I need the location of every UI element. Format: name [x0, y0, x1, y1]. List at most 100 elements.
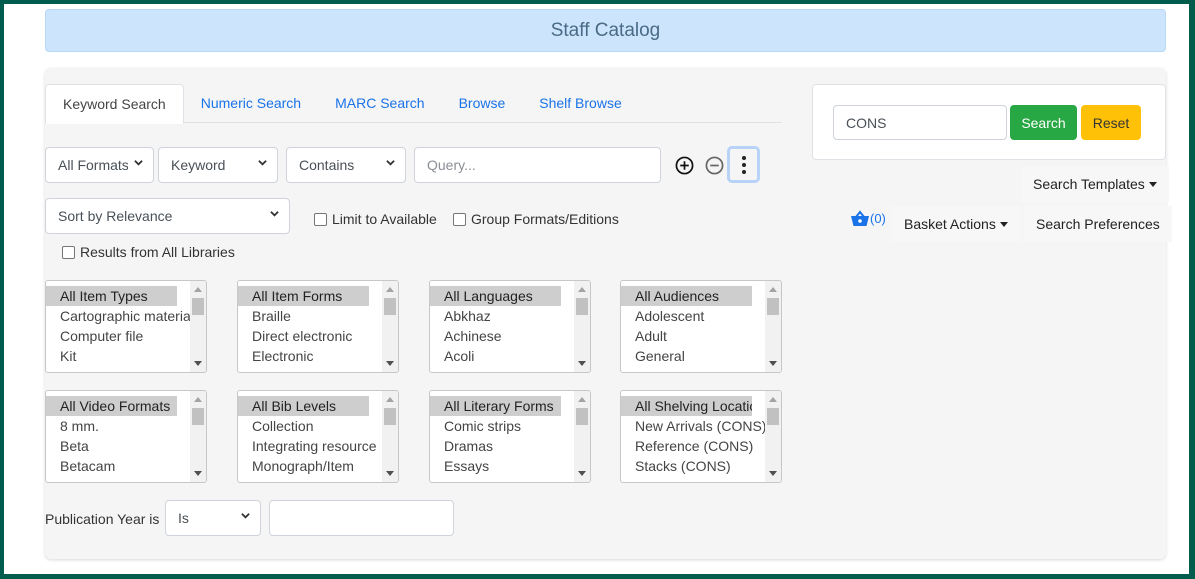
listbox-option[interactable]: All Audiences [621, 286, 752, 306]
listbox-option[interactable]: General [621, 346, 765, 366]
listbox-option[interactable]: All Video Formats [46, 396, 177, 416]
scrollbar[interactable] [190, 281, 206, 372]
limit-available-checkbox[interactable]: Limit to Available [314, 211, 437, 227]
listbox-option[interactable]: Adolescent [621, 306, 765, 326]
filter-literary-forms-listbox[interactable]: All Literary Forms Comic strips Dramas Essa… [429, 390, 591, 483]
tab-browse[interactable]: Browse [442, 84, 523, 123]
scroll-down-arrow-icon[interactable] [769, 471, 777, 476]
scroll-down-arrow-icon[interactable] [194, 471, 202, 476]
group-formats-checkbox[interactable]: Group Formats/Editions [453, 211, 619, 227]
listbox-option[interactable]: Computer file [46, 326, 190, 346]
scroll-up-arrow-icon[interactable] [578, 287, 586, 292]
filter-bib-levels-listbox[interactable]: All Bib Levels Collection Integrating reso… [237, 390, 399, 483]
scrollbar-thumb[interactable] [384, 408, 396, 425]
library-input[interactable]: CONS [833, 105, 1007, 140]
listbox-option[interactable]: Comic strips [430, 416, 574, 436]
search-templates-menu[interactable]: Search Templates [1021, 166, 1169, 202]
scrollbar-thumb[interactable] [576, 408, 588, 425]
tab-shelf-browse[interactable]: Shelf Browse [522, 84, 638, 123]
listbox-option[interactable]: Essays [430, 456, 574, 476]
scroll-up-arrow-icon[interactable] [194, 397, 202, 402]
scrollbar-thumb[interactable] [767, 298, 779, 315]
scroll-up-arrow-icon[interactable] [769, 287, 777, 292]
scrollbar-thumb[interactable] [192, 408, 204, 425]
listbox-option[interactable]: All Bib Levels [238, 396, 369, 416]
scrollbar[interactable] [574, 391, 590, 482]
scrollbar[interactable] [765, 391, 781, 482]
listbox-option[interactable]: Dramas [430, 436, 574, 456]
pub-year-operator-select[interactable]: Is [165, 500, 261, 536]
tab-marc-search[interactable]: MARC Search [318, 84, 441, 123]
listbox-option[interactable]: All Item Forms [238, 286, 369, 306]
scrollbar-thumb[interactable] [767, 408, 779, 425]
scroll-up-arrow-icon[interactable] [769, 397, 777, 402]
checkbox-box[interactable] [62, 245, 75, 259]
tab-keyword-search[interactable]: Keyword Search [45, 84, 184, 124]
scrollbar[interactable] [382, 281, 398, 372]
pub-year-input[interactable] [269, 500, 454, 536]
listbox-option[interactable]: All Item Types [46, 286, 177, 306]
reset-button[interactable]: Reset [1081, 105, 1141, 140]
scroll-down-arrow-icon[interactable] [386, 471, 394, 476]
checkbox-box[interactable] [453, 212, 466, 226]
basket-indicator[interactable]: (0) [850, 210, 886, 227]
scrollbar-thumb[interactable] [192, 298, 204, 315]
scroll-up-arrow-icon[interactable] [194, 287, 202, 292]
filter-video-formats-listbox[interactable]: All Video Formats 8 mm. Beta Betacam [45, 390, 207, 483]
filter-item-forms-listbox[interactable]: All Item Forms Braille Direct electronic El… [237, 280, 399, 373]
field-select[interactable]: Keyword [158, 147, 278, 183]
listbox-option[interactable]: Abkhaz [430, 306, 574, 326]
scroll-down-arrow-icon[interactable] [578, 361, 586, 366]
scrollbar[interactable] [190, 391, 206, 482]
remove-row-icon[interactable] [705, 156, 724, 175]
more-options-button[interactable] [727, 146, 760, 183]
scroll-down-arrow-icon[interactable] [578, 471, 586, 476]
listbox-option[interactable]: All Languages [430, 286, 561, 306]
listbox-option[interactable]: Braille [238, 306, 382, 326]
scroll-down-arrow-icon[interactable] [386, 361, 394, 366]
scroll-down-arrow-icon[interactable] [769, 361, 777, 366]
listbox-option[interactable]: New Arrivals (CONS) [621, 416, 765, 436]
basket-actions-menu[interactable]: Basket Actions [892, 206, 1020, 242]
tab-numeric-search[interactable]: Numeric Search [184, 84, 318, 123]
format-select[interactable]: All Formats [45, 147, 154, 183]
listbox-option[interactable]: Beta [46, 436, 190, 456]
sort-select[interactable]: Sort by Relevance [45, 198, 290, 234]
all-libraries-checkbox[interactable]: Results from All Libraries [62, 244, 235, 260]
listbox-option[interactable]: Kit [46, 346, 190, 366]
listbox-option[interactable]: All Shelving Location [621, 396, 752, 416]
scroll-down-arrow-icon[interactable] [194, 361, 202, 366]
listbox-option[interactable]: 8 mm. [46, 416, 190, 436]
filter-audiences-listbox[interactable]: All Audiences Adolescent Adult General [620, 280, 782, 373]
match-select[interactable]: Contains [286, 147, 406, 183]
listbox-option[interactable]: Monograph/Item [238, 456, 382, 476]
scroll-up-arrow-icon[interactable] [578, 397, 586, 402]
listbox-option[interactable]: Cartographic materia [46, 306, 190, 326]
scroll-up-arrow-icon[interactable] [386, 397, 394, 402]
listbox-option[interactable]: Acoli [430, 346, 574, 366]
scrollbar[interactable] [382, 391, 398, 482]
listbox-option[interactable]: Reference (CONS) [621, 436, 765, 456]
add-row-icon[interactable] [675, 156, 694, 175]
scrollbar-thumb[interactable] [384, 298, 396, 315]
filter-languages-listbox[interactable]: All Languages Abkhaz Achinese Acoli [429, 280, 591, 373]
search-button[interactable]: Search [1010, 105, 1077, 140]
query-input[interactable]: Query... [414, 147, 661, 183]
listbox-option[interactable]: Direct electronic [238, 326, 382, 346]
filter-item-types-listbox[interactable]: All Item Types Cartographic materia Comput… [45, 280, 207, 373]
listbox-option[interactable]: Achinese [430, 326, 574, 346]
listbox-option[interactable]: Stacks (CONS) [621, 456, 765, 476]
listbox-option[interactable]: All Literary Forms [430, 396, 561, 416]
filter-shelving-locations-listbox[interactable]: All Shelving Location New Arrivals (CONS)… [620, 390, 782, 483]
listbox-option[interactable]: Integrating resource [238, 436, 382, 456]
search-preferences-button[interactable]: Search Preferences [1024, 206, 1172, 242]
checkbox-box[interactable] [314, 212, 327, 226]
listbox-option[interactable]: Adult [621, 326, 765, 346]
scrollbar[interactable] [574, 281, 590, 372]
scrollbar-thumb[interactable] [576, 298, 588, 315]
listbox-option[interactable]: Betacam [46, 456, 190, 476]
listbox-option[interactable]: Collection [238, 416, 382, 436]
listbox-option[interactable]: Electronic [238, 346, 382, 366]
scroll-up-arrow-icon[interactable] [386, 287, 394, 292]
scrollbar[interactable] [765, 281, 781, 372]
